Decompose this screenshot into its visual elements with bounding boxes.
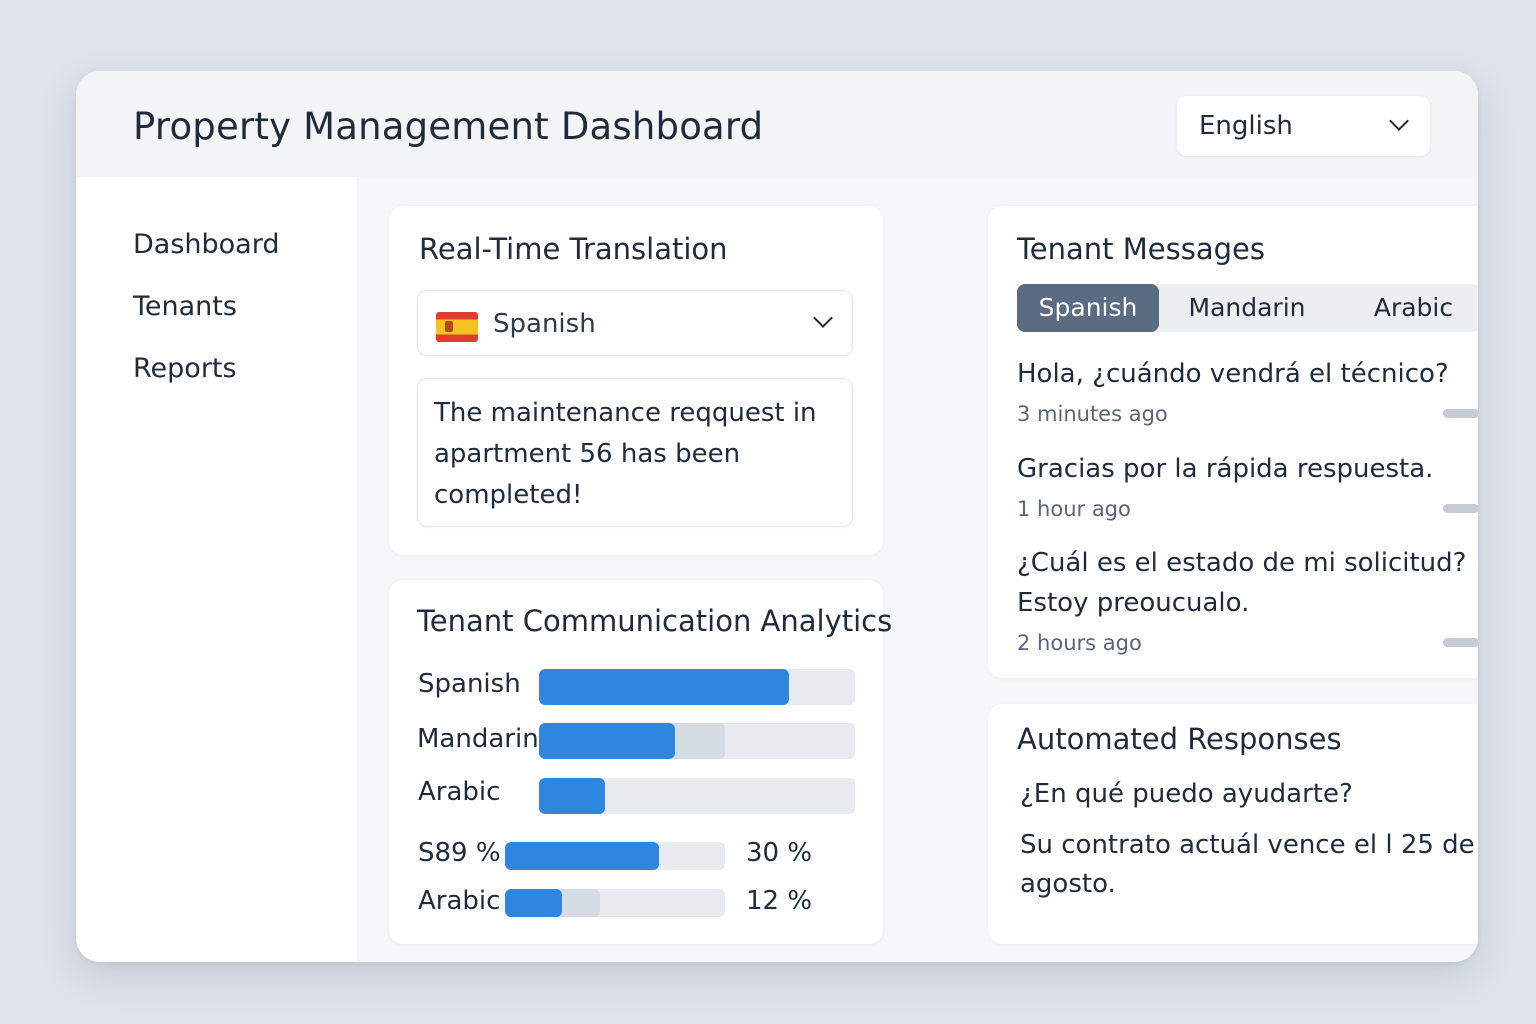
message-status-indicator	[1443, 409, 1478, 418]
bar-label: Spanish	[418, 669, 521, 699]
sidebar: Dashboard Tenants Reports	[76, 177, 357, 962]
chevron-down-icon	[1389, 111, 1409, 131]
app-window: Property Management Dashboard English Da…	[76, 71, 1478, 962]
automated-responses-card: Automated Responses ¿En qué puedo ayudar…	[988, 704, 1478, 944]
bar-track	[539, 669, 855, 705]
bar-label: Arabic	[418, 777, 501, 807]
message-text[interactable]: Gracias por la rápida respuesta.	[1017, 449, 1467, 489]
page-title: Property Management Dashboard	[133, 105, 764, 148]
message-time: 3 minutes ago	[1017, 402, 1168, 426]
bar-fill	[539, 723, 675, 759]
main-content: Real-Time Translation Spanish The mainte…	[357, 177, 1478, 962]
bar-fill	[539, 778, 606, 814]
translation-card: Real-Time Translation Spanish The mainte…	[389, 206, 883, 555]
message-status-indicator	[1443, 504, 1478, 513]
sidebar-item-dashboard[interactable]: Dashboard	[133, 229, 279, 260]
bar-track	[539, 778, 855, 814]
chevron-down-icon	[813, 308, 833, 328]
translation-title: Real-Time Translation	[419, 232, 728, 266]
spain-flag-icon	[436, 312, 478, 342]
row-track	[505, 889, 725, 917]
automated-title: Automated Responses	[1017, 722, 1342, 756]
message-status-indicator	[1443, 638, 1478, 647]
translation-language-value: Spanish	[493, 309, 596, 339]
row-label: Arabic	[418, 886, 501, 916]
sidebar-item-reports[interactable]: Reports	[133, 353, 237, 384]
language-select-value: English	[1199, 111, 1293, 141]
analytics-card: Tenant Communication Analytics Spanish M…	[389, 580, 892, 944]
tab-arabic[interactable]: Arabic	[1347, 284, 1478, 332]
row-label: S89 %	[418, 838, 501, 868]
bar-fill	[539, 669, 789, 705]
translation-output: The maintenance reqquest in apartment 56…	[417, 378, 853, 527]
automated-response[interactable]: Su contrato actuál vence el l 25 de agos…	[1020, 826, 1478, 904]
row-fill	[505, 889, 563, 917]
bar-label: Mandarin	[417, 724, 539, 754]
row-track	[505, 842, 725, 870]
messages-card: Tenant Messages Spanish Mandarin Arabic …	[988, 206, 1478, 678]
tab-mandarin[interactable]: Mandarin	[1167, 284, 1327, 332]
message-text[interactable]: Hola, ¿cuándo vendrá el técnico?	[1017, 354, 1467, 394]
row-fill	[505, 842, 659, 870]
row-percent: 12 %	[746, 886, 813, 916]
translation-language-select[interactable]: Spanish	[417, 290, 853, 356]
bar-track	[539, 723, 855, 759]
tab-spanish[interactable]: Spanish	[1017, 284, 1159, 332]
message-text[interactable]: ¿Cuál es el estado de mi solicitud? Esto…	[1017, 543, 1467, 623]
message-time: 2 hours ago	[1017, 631, 1142, 655]
sidebar-item-tenants[interactable]: Tenants	[133, 291, 237, 322]
message-time: 1 hour ago	[1017, 497, 1131, 521]
messages-title: Tenant Messages	[1017, 232, 1265, 266]
analytics-title: Tenant Communication Analytics	[417, 604, 893, 638]
row-percent: 30 %	[746, 838, 813, 868]
header: Property Management Dashboard English	[76, 71, 1478, 177]
automated-response[interactable]: ¿En qué puedo ayudarte?	[1020, 775, 1478, 814]
language-select[interactable]: English	[1177, 96, 1430, 156]
message-language-tabs: Spanish Mandarin Arabic	[1017, 284, 1478, 332]
